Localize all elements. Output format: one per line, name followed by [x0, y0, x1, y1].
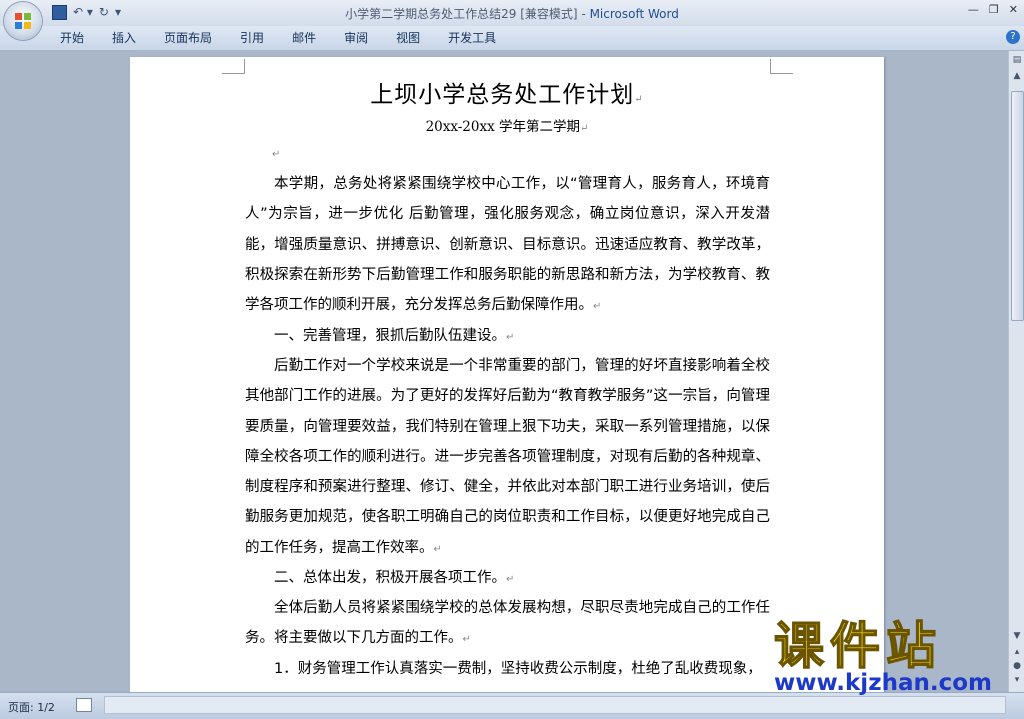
- paragraph-mark-icon: ↵: [634, 94, 644, 105]
- paragraph-text: 1．财务管理工作认真落实一费制，坚持收费公示制度，杜绝了乱收费现象，: [274, 661, 762, 677]
- tab-mailings[interactable]: 邮件: [292, 30, 330, 46]
- paragraph-text: 后勤工作对一个学校来说是一个非常重要的部门，管理的好坏直接影响着全校其他部门工作…: [245, 358, 770, 556]
- paragraph-text: 二、总体出发，积极开展各项工作。: [274, 570, 506, 586]
- margin-corner-marker: [770, 59, 793, 74]
- tab-page-layout[interactable]: 页面布局: [164, 30, 226, 46]
- paragraph: 后勤工作对一个学校来说是一个非常重要的部门，管理的好坏直接影响着全校其他部门工作…: [245, 351, 770, 565]
- section-heading: 一、完善管理，狠抓后勤队伍建设。↵: [245, 321, 770, 353]
- proofing-icon[interactable]: [76, 698, 92, 712]
- scroll-down-icon[interactable]: ▼: [1010, 629, 1024, 643]
- close-icon[interactable]: ✕: [1009, 3, 1018, 16]
- tab-view[interactable]: 视图: [396, 30, 434, 46]
- next-page-icon[interactable]: ▾: [1010, 673, 1024, 687]
- paragraph-text: 本学期，总务处将紧紧围绕学校中心工作，以“管理育人，服务育人，环境育人”为宗旨，…: [245, 176, 770, 314]
- document-title: 上坝小学总务处工作计划↵: [130, 75, 884, 109]
- page-counter[interactable]: 页面: 1/2: [8, 699, 55, 715]
- document-page[interactable]: 上坝小学总务处工作计划↵ 20xx-20xx 学年第二学期↵ ↵ 本学期，总务处…: [130, 57, 884, 692]
- restore-icon[interactable]: ❐: [989, 3, 999, 16]
- watermark-url: www.kjzhan.com: [774, 670, 992, 696]
- paragraph-mark-icon: ↵: [593, 301, 602, 313]
- paragraph-mark-icon: ↵: [506, 332, 515, 343]
- help-icon[interactable]: ?: [1006, 30, 1020, 44]
- paragraph-text: 一、完善管理，狠抓后勤队伍建设。: [274, 328, 506, 344]
- tab-insert[interactable]: 插入: [112, 30, 150, 46]
- minimize-icon[interactable]: —: [968, 3, 979, 16]
- paragraph: 1．财务管理工作认真落实一费制，坚持收费公示制度，杜绝了乱收费现象，: [245, 654, 770, 684]
- vertical-scrollbar[interactable]: ▤ ▲ ▼ ▴ ● ▾: [1008, 51, 1024, 692]
- tab-review[interactable]: 审阅: [344, 30, 382, 46]
- document-subtitle: 20xx-20xx 学年第二学期↵: [130, 115, 884, 135]
- document-subtitle-text: 20xx-20xx 学年第二学期: [425, 119, 581, 135]
- app-name: Microsoft Word: [589, 7, 679, 21]
- office-logo-icon: [15, 13, 31, 29]
- paragraph: 本学期，总务处将紧紧围绕学校中心工作，以“管理育人，服务育人，环境育人”为宗旨，…: [245, 169, 770, 322]
- title-separator: -: [577, 7, 590, 21]
- ribbon: 开始 插入 页面布局 引用 邮件 审阅 视图 开发工具: [0, 26, 1024, 51]
- paragraph-mark-icon: ↵: [433, 543, 442, 555]
- tab-developer[interactable]: 开发工具: [448, 30, 510, 46]
- title-bar: ↶ ▾ ↻ ▾ 小学第二学期总务处工作总结29 [兼容模式] - Microso…: [0, 0, 1024, 26]
- paragraph-text: 全体后勤人员将紧紧围绕学校的总体发展构想，尽职尽责地完成自己的工作任务。将主要做…: [245, 600, 770, 647]
- paragraph-mark-icon: ↵: [506, 574, 515, 585]
- tab-references[interactable]: 引用: [240, 30, 278, 46]
- scroll-thumb[interactable]: [1011, 91, 1024, 321]
- document-area: 上坝小学总务处工作计划↵ 20xx-20xx 学年第二学期↵ ↵ 本学期，总务处…: [0, 51, 1008, 692]
- margin-corner-marker: [222, 59, 245, 74]
- tab-home[interactable]: 开始: [60, 30, 98, 46]
- section-heading: 二、总体出发，积极开展各项工作。↵: [245, 563, 770, 595]
- document-title-text: 上坝小学总务处工作计划: [370, 82, 635, 108]
- horizontal-scrollbar[interactable]: [104, 696, 1006, 714]
- paragraph-mark-icon: ↵: [462, 634, 471, 646]
- window-title: 小学第二学期总务处工作总结29 [兼容模式] - Microsoft Word: [0, 5, 1024, 22]
- previous-page-icon[interactable]: ▴: [1010, 645, 1024, 659]
- status-bar: 页面: 1/2: [0, 692, 1024, 719]
- document-name: 小学第二学期总务处工作总结29 [兼容模式]: [345, 7, 578, 21]
- scroll-up-icon[interactable]: ▲: [1010, 69, 1024, 83]
- ruler-toggle-icon[interactable]: ▤: [1010, 53, 1024, 67]
- ribbon-tabs: 开始 插入 页面布局 引用 邮件 审阅 视图 开发工具: [60, 30, 524, 46]
- office-button[interactable]: [4, 2, 42, 40]
- window-controls: — ❐ ✕: [968, 3, 1018, 16]
- paragraph: 全体后勤人员将紧紧围绕学校的总体发展构想，尽职尽责地完成自己的工作任务。将主要做…: [245, 593, 770, 656]
- paragraph-mark-icon: ↵: [580, 123, 589, 134]
- browse-object-icon[interactable]: ●: [1010, 659, 1024, 673]
- paragraph-mark-icon: ↵: [272, 149, 281, 160]
- watermark-brand: 课件站: [773, 617, 942, 675]
